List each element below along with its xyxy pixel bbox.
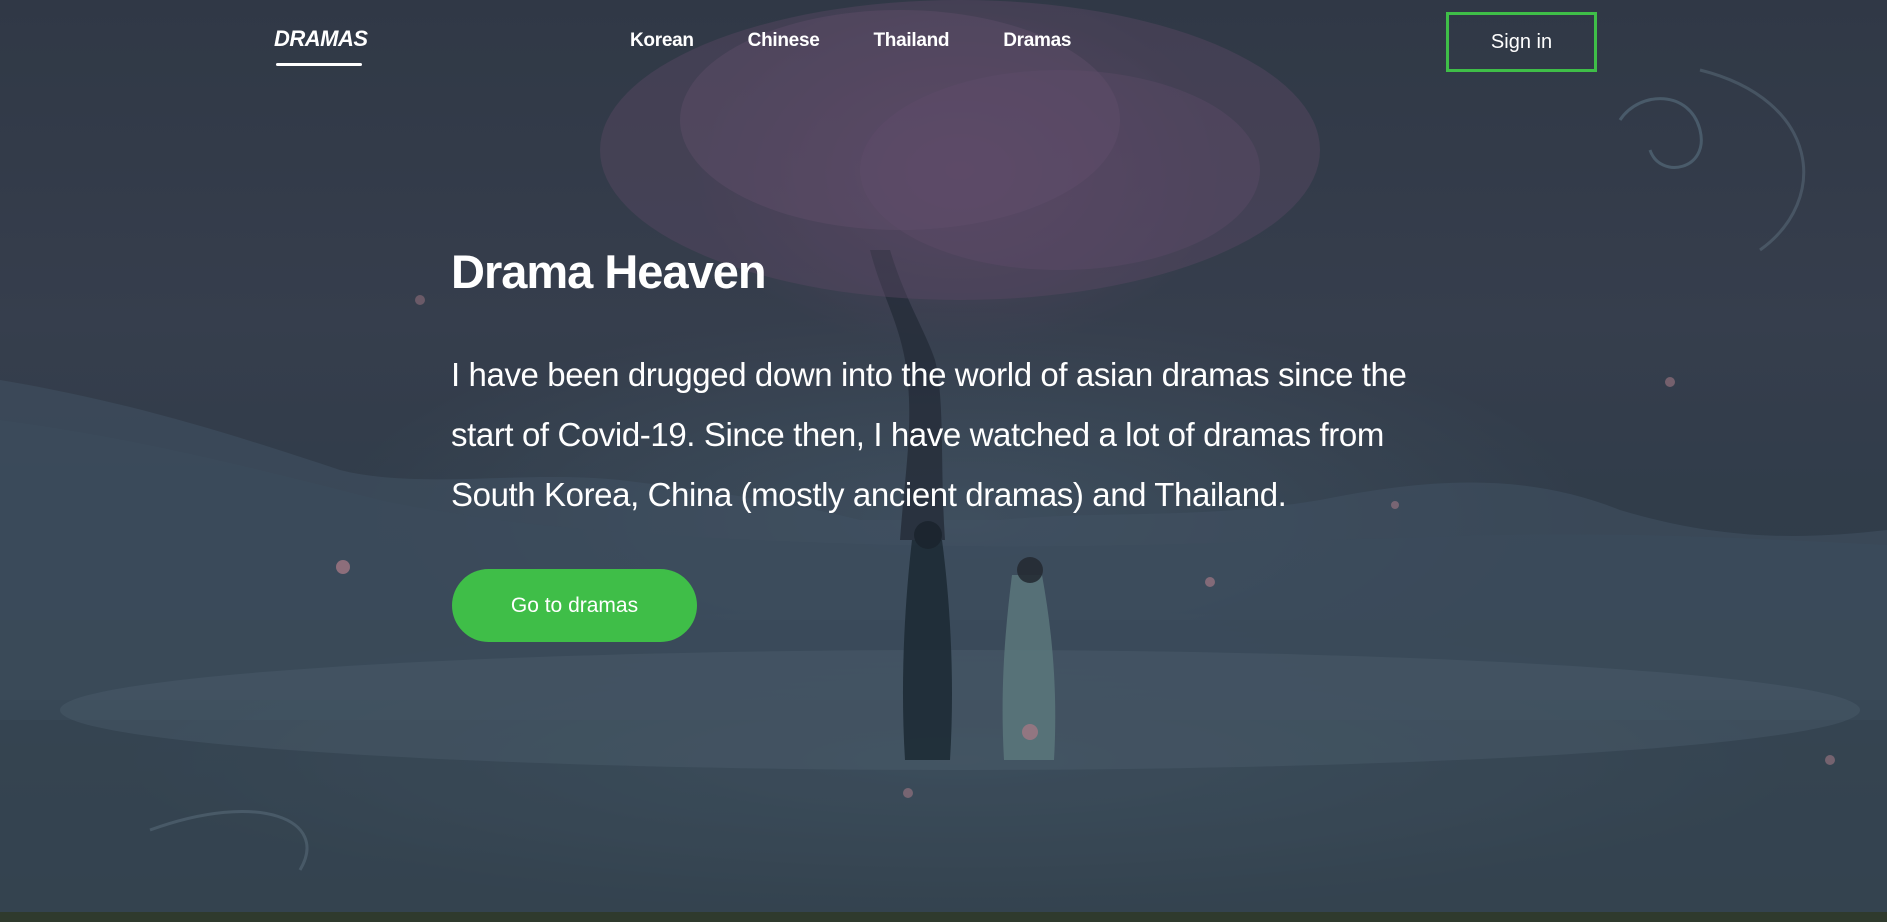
- hero-title: Drama Heaven: [451, 245, 767, 298]
- logo-underline: [276, 63, 362, 66]
- site-logo[interactable]: DRAMAS: [274, 26, 368, 52]
- nav-link-korean[interactable]: Korean: [630, 30, 694, 52]
- nav-link-chinese[interactable]: Chinese: [748, 30, 820, 52]
- nav-link-dramas[interactable]: Dramas: [1003, 30, 1071, 52]
- nav-link-thailand[interactable]: Thailand: [874, 30, 950, 52]
- hero-description: I have been drugged down into the world …: [451, 356, 1407, 513]
- go-to-dramas-button[interactable]: Go to dramas: [452, 569, 697, 642]
- bottom-strip: [0, 912, 1887, 922]
- main-nav: Korean Chinese Thailand Dramas: [630, 30, 1125, 52]
- sign-in-button[interactable]: Sign in: [1446, 12, 1597, 72]
